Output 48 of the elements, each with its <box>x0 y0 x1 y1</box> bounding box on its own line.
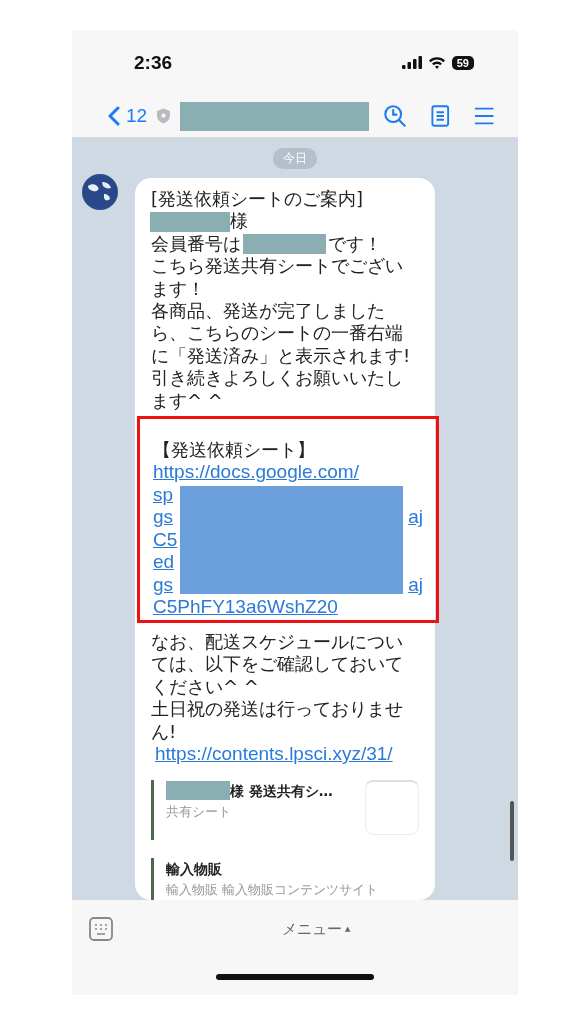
message-heading: [発送依頼シートのご案内] <box>151 188 365 211</box>
message-text: なお、配送スケジュールについ <box>151 631 404 654</box>
signal-icon <box>401 56 422 69</box>
link[interactable]: gs <box>153 506 174 529</box>
message-text: ら、こちらのシートの一番右端 <box>151 322 404 345</box>
message-text: ください^ ^ <box>151 675 260 699</box>
date-chip: 今日 <box>273 148 317 169</box>
message-text: です！ <box>328 232 382 256</box>
menu-icon[interactable] <box>473 106 494 126</box>
battery-level: 59 <box>451 55 474 70</box>
link-preview[interactable]: 様 発送共有シ… 共有シート <box>151 779 425 840</box>
preview-subtitle: 輸入物販 輸入物販コンテンツサイト <box>166 880 380 899</box>
message-text: ては、以下をご確認しておいて <box>151 653 404 676</box>
message-text: 各商品、発送が完了しました <box>151 300 386 323</box>
scroll-bar <box>510 801 514 861</box>
message-text: ん! <box>151 720 178 744</box>
link[interactable]: C5PhFY13a6WshZ20 <box>153 595 338 619</box>
link[interactable]: https://contents.lpsci.xyz/31/ <box>155 743 425 766</box>
note-icon[interactable] <box>431 104 450 128</box>
shield-icon <box>157 108 171 124</box>
link[interactable]: C5 <box>153 528 178 552</box>
avatar-icon <box>82 174 118 210</box>
preview-title: 様 発送共有シ… <box>230 781 333 801</box>
preview-subtitle: 共有シート <box>166 802 232 821</box>
message-text: ます^ ^ <box>151 389 224 413</box>
link[interactable]: ed <box>153 551 175 574</box>
message-text: こちら発送共有シートでござい <box>151 255 404 278</box>
back-icon[interactable] <box>108 106 120 126</box>
message-text: 土日祝の発送は行っておりませ <box>151 698 404 721</box>
link[interactable]: sp <box>153 483 174 507</box>
preview-title: 輸入物販 <box>166 859 222 879</box>
message-text: 会員番号は <box>151 232 241 256</box>
link[interactable]: aj <box>408 506 423 529</box>
link-title: 【発送依頼シート】 <box>153 439 316 462</box>
back-button[interactable]: 12 <box>94 105 148 127</box>
link[interactable]: aj <box>408 573 423 596</box>
message-text: 様 <box>230 210 248 233</box>
clock-search-icon[interactable] <box>383 103 408 129</box>
redaction-block <box>166 781 230 800</box>
wifi-icon <box>427 56 446 69</box>
message-text: 引き続きよろしくお願いいたし <box>151 367 404 390</box>
message-text: ます！ <box>151 277 206 301</box>
keyboard-icon[interactable] <box>89 917 113 941</box>
status-time: 2:36 <box>134 51 173 74</box>
link[interactable]: gs <box>153 573 174 596</box>
preview-thumbnail <box>365 779 419 835</box>
link[interactable]: https://docs.google.com/ <box>153 461 359 484</box>
message-text: に「発送済み」と表示されます! <box>151 344 412 368</box>
